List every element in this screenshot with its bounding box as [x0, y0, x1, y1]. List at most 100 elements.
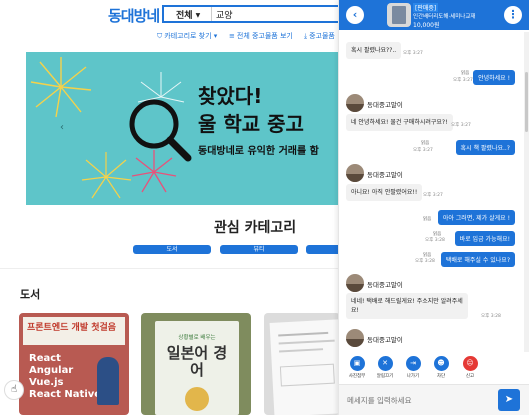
chevron-left-icon: ‹: [352, 8, 358, 21]
product-price: 10,000원: [413, 22, 440, 29]
banner-prev-arrow[interactable]: ‹: [60, 122, 64, 133]
sub-navigation: ⛉ 카테고리로 찾기 ▾ ≡ 전체 중고물품 보기 ⤓ 중고물품: [0, 31, 340, 45]
book-cover-title: 일본어 경어: [166, 344, 228, 379]
magnifier-icon: [129, 99, 192, 162]
book-cover-subtitle: 상황별로 배우는: [178, 335, 216, 341]
search-input[interactable]: [216, 7, 336, 21]
message-line: 요!: [351, 307, 359, 314]
hand-cursor-icon[interactable]: ☝: [4, 380, 24, 400]
send-icon: ➤: [504, 394, 514, 405]
avatar-shape: [346, 284, 364, 292]
chat-panel: ‹ [판매중] 인간배터리도해·세미나교재 10,000원 ⋮ 혹시 팔렸나요?…: [338, 0, 529, 415]
message-time: 오후 3:27: [403, 51, 423, 56]
search-category-select[interactable]: 전체 ▼: [164, 7, 212, 21]
product-thumbnail[interactable]: [387, 3, 411, 27]
bell-off-icon: ✕: [377, 356, 393, 371]
action-label: 사진첨부: [348, 374, 366, 379]
message-time: 오후 3:28: [425, 238, 445, 243]
book-cover-title: 프론트엔드 개발 첫걸음: [27, 323, 117, 333]
attach-photo-button[interactable]: ▣ 사진첨부: [344, 356, 370, 379]
message-line: 네네! 택배로 해드릴게요! 주소지만 알려주세: [351, 298, 463, 305]
banner-headline: 찾았다!: [198, 84, 263, 108]
avatar-shape: [346, 104, 364, 112]
banner-caption: 동대방네로 유익한 거래를 함: [198, 146, 319, 157]
message-time: 오후 3:27: [453, 78, 473, 83]
sender-name: 동대중고말이: [367, 281, 403, 289]
nav-all-items-label: 전체 중고물품 보기: [236, 32, 293, 40]
scrollbar-thumb[interactable]: [525, 72, 528, 132]
book-card-japanese[interactable]: 상황별로 배우는 일본어 경어: [141, 313, 251, 415]
sender-name: 동대중고말이: [367, 171, 403, 179]
book-illustration: [185, 387, 209, 411]
product-image: [392, 6, 406, 24]
book-line: Vue.js: [29, 377, 64, 388]
banner-subheadline: 울 학교 중고: [198, 112, 304, 136]
book-card-frontend[interactable]: 프론트엔드 개발 첫걸음 React Angular Vue.js React …: [19, 313, 129, 415]
nav-category-search-label: 카테고리로 찾기 ▾: [164, 32, 218, 40]
sender-name: 동대중고말이: [367, 101, 403, 109]
back-button[interactable]: ‹: [346, 6, 364, 24]
report-icon: ☹: [462, 356, 478, 371]
action-label: 나가기: [406, 374, 420, 379]
more-button[interactable]: ⋮: [504, 6, 522, 24]
nav-register-item[interactable]: ⤓ 중고물품: [304, 31, 335, 41]
message-time: 오후 3:28: [415, 259, 435, 264]
category-pill-more[interactable]: [306, 245, 340, 254]
chat-messages: 혹시 팔렸나요??.. 오후 3:27 읽음 오후 3:27 안녕하세요 ! 동…: [339, 30, 524, 354]
read-receipt: 읽음: [461, 71, 470, 76]
search-bar: 전체 ▼: [162, 5, 342, 23]
book-illustration: [97, 357, 119, 405]
chat-scrollbar[interactable]: [524, 32, 529, 352]
book-line: React: [29, 353, 61, 364]
book-line: Angular: [29, 365, 74, 376]
avatar-shape: [346, 174, 364, 182]
message-time: 오후 3:28: [481, 314, 501, 319]
nav-all-items[interactable]: ≡ 전체 중고물품 보기: [229, 31, 293, 41]
category-pill-beauty[interactable]: 뷰티: [220, 245, 298, 254]
read-receipt: 읽음: [421, 141, 430, 146]
send-button[interactable]: ➤: [498, 389, 520, 411]
mute-notifications-button[interactable]: ✕ 알림끄기: [372, 356, 398, 379]
block-user-button[interactable]: ☻ 차단: [428, 356, 454, 379]
sender-name: 동대중고말이: [367, 336, 403, 344]
product-name: 인간배터리도해·세미나교재: [413, 14, 476, 20]
chat-action-bar: ▣ 사진첨부 ✕ 알림끄기 ⇥ 나가기 ☻ 차단 ☹ 신고: [339, 354, 529, 384]
book-card-third[interactable]: [264, 313, 340, 415]
upload-icon: ⤓: [304, 32, 308, 40]
message-time: 오후 3:27: [451, 123, 471, 128]
text-line: [278, 339, 335, 345]
nav-category-search[interactable]: ⛉ 카테고리로 찾기 ▾: [157, 31, 217, 41]
exit-icon: ⇥: [405, 356, 421, 371]
chevron-down-icon: ▼: [195, 12, 201, 19]
screen: 동대방네 전체▼ ⛉카테고리로 찾기 ▾ ≡전체 중고물품 보기 ⤓중고물품: [0, 0, 529, 415]
books-section-title: 도서: [20, 288, 41, 301]
site-logo[interactable]: 동대방네: [108, 5, 160, 26]
sent-message: 아아 그러면, 제가 살게요 !: [437, 210, 515, 225]
received-message: 혹시 팔렸나요??..: [346, 42, 402, 59]
product-status-badge: [판매중]: [413, 3, 439, 12]
sent-message: 택배로 해주실 수 있나요?: [440, 252, 515, 267]
action-label: 차단: [436, 374, 446, 379]
message-input[interactable]: [347, 393, 487, 407]
user-block-icon: ☻: [433, 356, 449, 371]
sent-message: 바로 입금 가능해요!: [454, 231, 515, 246]
text-line: [278, 331, 329, 337]
sent-message: 혹시 책 팔렸나요..?: [455, 140, 515, 155]
promo-banner[interactable]: ‹ 찾았다! 울 학교 중고 동대방네로 유익한 거래를 함: [26, 52, 340, 205]
report-button[interactable]: ☹ 신고: [457, 356, 483, 379]
leave-chat-button[interactable]: ⇥ 나가기: [400, 356, 426, 379]
table-figure: [279, 363, 335, 387]
message-composer: ➤: [339, 384, 529, 415]
category-pill-books[interactable]: 도서: [133, 245, 211, 254]
avatar: [346, 329, 364, 347]
text-line: [279, 348, 324, 353]
book-page: [269, 319, 340, 415]
nav-register-item-label: 중고물품: [309, 32, 335, 40]
chat-header: ‹ [판매중] 인간배터리도해·세미나교재 10,000원 ⋮: [339, 0, 529, 30]
action-label: 알림끄기: [376, 374, 394, 379]
image-icon: ▣: [349, 356, 365, 371]
search-category-label: 전체: [176, 11, 193, 21]
message-time: 오후 3:27: [423, 193, 443, 198]
banner-pagination[interactable]: [242, 192, 276, 194]
book-line: React Native: [29, 389, 102, 400]
